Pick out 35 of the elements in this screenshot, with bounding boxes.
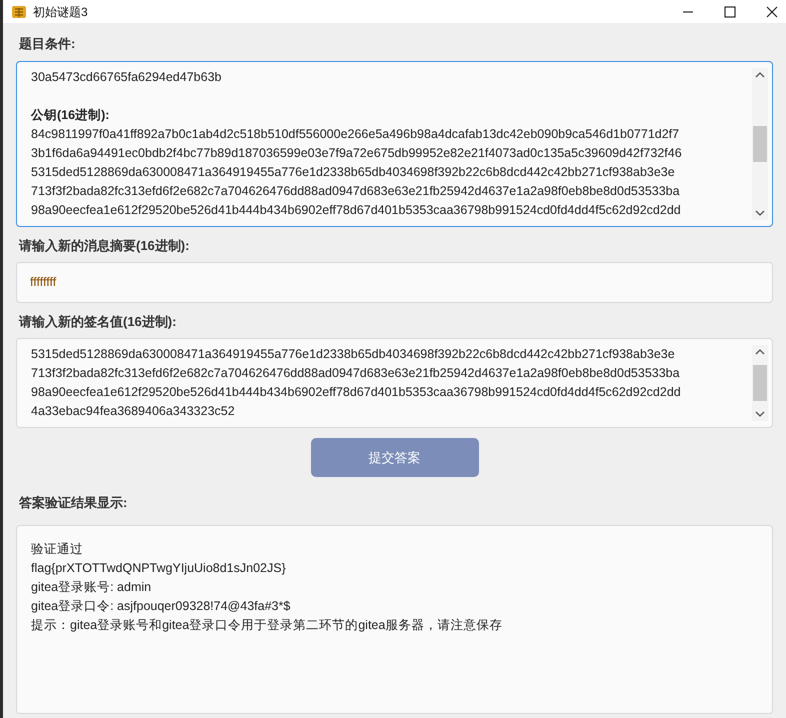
input-field[interactable]: ffffffff — [16, 262, 773, 303]
scrollbar[interactable] — [752, 345, 768, 422]
section-label: 请输入新的消息摘要(16进制): — [18, 236, 190, 255]
text-line: 4a33ebac94fea3689406a343323c52 — [31, 403, 236, 420]
section-label: 题目条件: — [18, 35, 76, 53]
scroll-up-icon[interactable] — [755, 349, 765, 356]
maximize-icon[interactable] — [724, 6, 736, 18]
scrollbar-thumb[interactable] — [753, 365, 767, 402]
section-label: 请输入新的签名值(16进制): — [18, 312, 178, 331]
text-line: 3b1f6da6a94491ec0bdb2f4bc77b89d187036599e03e7f9a72e675db99952e82e21f4073ad0c135a5c39609d42f732f46 — [31, 144, 683, 162]
text-line: 5315ded5128869da630008471a364919455a776e1d2338b65db4034698f392b22c6b8dcd442c42bb271cf938ab3e3e — [31, 346, 676, 364]
result-line: 提示：gitea登录账号和gitea登录口令用于登录第二环节的gitea服务器，请注意保存 — [31, 616, 504, 634]
scroll-up-icon[interactable] — [755, 72, 765, 78]
text-line: 98a90eecfea1e612f29520be526d41b444b434b6902eff78d67d401b5353caa36798b991524cd0fd4dd4f5c62d92cd2dd — [31, 384, 682, 402]
result-line: 验证通过 — [31, 540, 84, 558]
text-line: 713f3f2bada82fc313efd6f2e682c7a704626476dd88ad0947d683e63e21fb25942d4637e1a2a98f0eb8be8d0d53533ba — [31, 365, 681, 382]
result-line: gitea登录口令: asjfpouqer09328!74@43fa#3*$ — [31, 598, 292, 615]
app-icon — [11, 4, 27, 20]
result-line: gitea登录账号: admin — [31, 578, 152, 596]
text-line: 713f3f2bada82fc313efd6f2e682c7a704626476dd88ad0947d683e63e21fb25942d4637e1a2a98f0eb8be8d0d53533ba — [31, 182, 681, 200]
scrollbar[interactable] — [752, 68, 768, 220]
section-label: 答案验证结果显示: — [18, 494, 128, 512]
text-area[interactable] — [16, 60, 773, 226]
text-line: 98a90eecfea1e612f29520be526d41b444b434b6902eff78d67d401b5353caa36798b991524cd0fd4dd4f5c62d92cd2dd — [31, 202, 682, 218]
text-line: 84c9811997f0a41ff892a7b0c1ab4d2c518b510df556000e266e5a496b98a4dcafab13dc42eb090b9ca546d1b0771d2f7 — [31, 126, 680, 142]
scroll-down-icon[interactable] — [755, 210, 765, 216]
text-line: 5315ded5128869da630008471a364919455a776e1d2338b65db4034698f392b22c6b8dcd442c42bb271cf938ab3e3e — [31, 164, 676, 180]
text-line: 公钥(16进制): — [31, 106, 110, 124]
scroll-down-icon[interactable] — [755, 411, 765, 418]
close-icon[interactable] — [766, 6, 778, 18]
text-line: 30a5473cd66765fa6294ed47b63b — [31, 68, 222, 86]
submit-button[interactable]: 提交答案 — [310, 438, 478, 478]
scrollbar-thumb[interactable] — [753, 126, 767, 162]
window-title: 初始谜题3 — [33, 4, 88, 20]
result-line: flag{prXTOTTwdQNPTwgYIjuUio8d1sJn02JS} — [31, 560, 287, 577]
